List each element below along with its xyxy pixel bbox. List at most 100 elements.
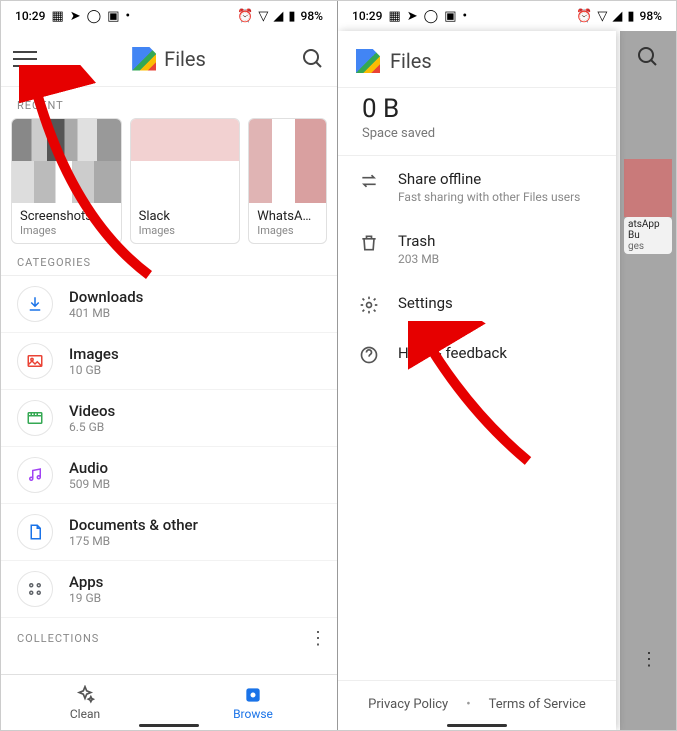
drawer-item-title: Share offline [398,170,580,188]
nav-drawer: Files 0 B Space saved Share offlineFast … [338,31,616,730]
recent-card[interactable]: Slack Images [130,118,241,244]
category-title: Documents & other [69,516,198,534]
more-vert-icon[interactable]: ⋮ [640,649,658,670]
send-icon: ➤ [407,9,418,24]
swap-icon [358,170,380,192]
category-sub: 19 GB [69,591,103,605]
category-item-audio[interactable]: Audio509 MB [1,447,337,504]
drawer-item-share-offline[interactable]: Share offlineFast sharing with other Fil… [338,156,616,218]
category-title: Downloads [69,288,143,306]
battery-icon: ▮ [627,9,634,24]
app-icon: ▣ [444,9,456,24]
alarm-icon: ⏰ [237,9,253,24]
category-item-videos[interactable]: Videos6.5 GB [1,390,337,447]
files-logo-icon [356,49,380,73]
wifi-icon: ▽ [597,9,607,24]
nav-browse-label: Browse [233,707,273,721]
recent-title: WhatsApp Bu [257,209,318,224]
category-sub: 175 MB [69,534,198,548]
recent-thumbnail [249,119,326,203]
more-vert-icon[interactable]: ⋮ [309,628,325,649]
category-sub: 401 MB [69,306,143,320]
recent-thumbnail [624,159,672,217]
drawer-item-title: Trash [398,232,439,250]
drawer-item-help[interactable]: Help & feedback [338,330,616,380]
drawer-header: Files [338,31,616,87]
nav-indicator [139,724,199,727]
apps-icon [17,571,53,607]
signal-icon: ◢ [612,9,622,24]
send-icon: ➤ [70,9,81,24]
battery-pct: 98% [640,9,662,23]
wifi-icon: ▽ [258,9,268,24]
recent-sub: Images [20,224,113,237]
nav-clean[interactable]: Clean [1,675,169,730]
recent-thumbnail [131,119,240,203]
category-title: Apps [69,573,103,591]
collections-label: COLLECTIONS [17,632,99,645]
recent-thumbnail [12,119,121,203]
recent-sub: Images [139,224,232,237]
drawer-item-title: Help & feedback [398,344,507,362]
drawer-item-trash[interactable]: Trash 203 MB [338,218,616,280]
category-title: Audio [69,459,110,477]
privacy-link[interactable]: Privacy Policy [368,697,448,712]
phone-browse-screen: 10:29 ▦ ➤ ◯ ▣ • ⏰ ▽ ◢ ▮ 98% Files RECENT [1,1,338,730]
drawer-footer: Privacy Policy • Terms of Service [338,680,616,730]
files-logo-icon [132,47,156,71]
dimmed-recent-card: atsApp Bu ges [624,159,672,260]
collections-row: COLLECTIONS ⋮ [1,618,337,653]
phone-drawer-screen: 10:29 ▦ ➤ ◯ ▣ • ⏰ ▽ ◢ ▮ 98% atsApp Bu ge… [338,1,676,730]
space-saved-value: 0 B [362,94,592,124]
category-sub: 10 GB [69,363,119,377]
drawer-item-sub: 203 MB [398,252,439,266]
nav-indicator [447,724,507,727]
category-item-apps[interactable]: Apps19 GB [1,561,337,618]
battery-pct: 98% [301,9,323,23]
hamburger-menu-button[interactable] [13,47,37,71]
drawer-item-title: Settings [398,294,453,312]
document-icon [17,514,53,550]
category-item-downloads[interactable]: Downloads401 MB [1,276,337,333]
trash-icon [358,232,380,254]
download-icon [17,286,53,322]
app-icon: ▣ [107,9,119,24]
map-icon: ▦ [51,9,63,24]
circle-icon: ◯ [87,9,102,24]
category-item-documents[interactable]: Documents & other175 MB [1,504,337,561]
status-time: 10:29 [15,9,45,23]
search-button[interactable] [636,45,660,69]
category-sub: 6.5 GB [69,420,115,434]
app-title: Files [164,47,206,71]
status-bar: 10:29 ▦ ➤ ◯ ▣ • ⏰ ▽ ◢ ▮ 98% [338,1,676,31]
nav-clean-label: Clean [70,707,100,721]
category-item-images[interactable]: Images10 GB [1,333,337,390]
battery-icon: ▮ [288,9,295,24]
scrim[interactable]: atsApp Bu ges ⋮ [620,31,676,730]
recent-card[interactable]: Screenshots Images [11,118,122,244]
sparkle-icon [75,685,95,705]
alarm-icon: ⏰ [576,9,592,24]
dot-icon: • [126,9,131,24]
drawer-stats: 0 B Space saved [338,88,616,156]
recent-title: Slack [139,209,232,224]
video-icon [17,400,53,436]
category-sub: 509 MB [69,477,110,491]
recent-row: Screenshots Images Slack Images WhatsApp… [1,118,337,244]
categories-list: Downloads401 MB Images10 GB Videos6.5 GB… [1,275,337,618]
status-bar: 10:29 ▦ ➤ ◯ ▣ • ⏰ ▽ ◢ ▮ 98% [1,1,337,31]
bottom-nav: Clean Browse [1,674,337,730]
browse-icon [243,685,263,705]
nav-browse[interactable]: Browse [169,675,337,730]
audio-icon [17,457,53,493]
terms-link[interactable]: Terms of Service [489,697,586,712]
search-button[interactable] [301,47,325,71]
recent-card[interactable]: WhatsApp Bu Images [248,118,327,244]
dot-separator: • [466,697,470,712]
image-icon [17,343,53,379]
help-icon [358,344,380,366]
map-icon: ▦ [388,9,400,24]
drawer-item-settings[interactable]: Settings [338,280,616,330]
recent-title: atsApp Bu [628,219,668,241]
recent-sub: Images [257,224,318,237]
